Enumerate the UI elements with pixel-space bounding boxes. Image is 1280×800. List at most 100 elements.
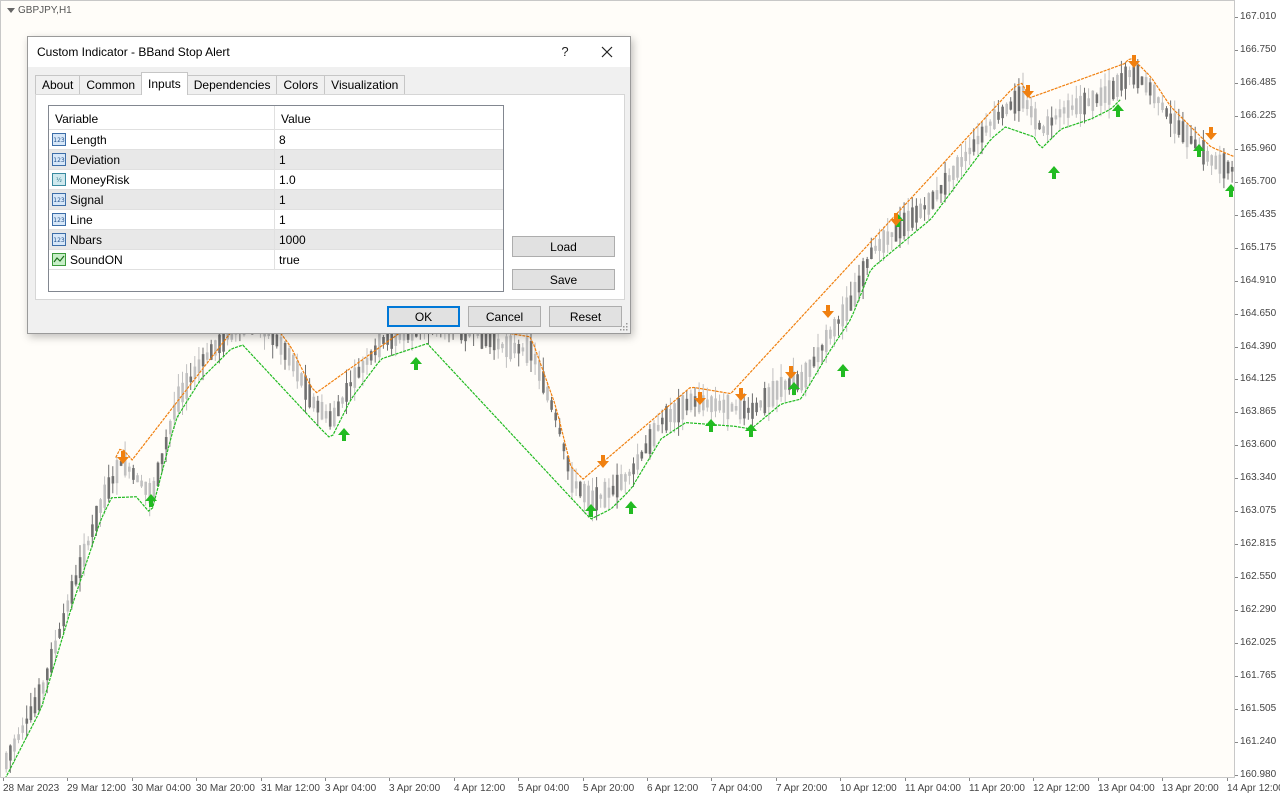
- price-tick: [1235, 347, 1238, 348]
- param-value[interactable]: 1.0: [279, 173, 296, 187]
- table-row[interactable]: SoundON true: [49, 250, 503, 270]
- candle-body: [1095, 94, 1099, 104]
- resize-grip-icon[interactable]: [620, 323, 628, 331]
- table-header: Variable Value: [49, 106, 503, 130]
- candle-body: [767, 387, 771, 408]
- time-label: 6 Apr 12:00: [647, 783, 699, 794]
- candle-body: [128, 466, 131, 472]
- candle-body: [1226, 161, 1230, 174]
- candle-body: [661, 417, 664, 425]
- price-label: 161.505: [1240, 703, 1277, 714]
- time-tick: [711, 778, 712, 781]
- candle-body: [665, 406, 668, 431]
- candle-body: [25, 718, 29, 724]
- tab-common[interactable]: Common: [79, 75, 143, 95]
- candle-body: [378, 332, 381, 358]
- candle-body: [308, 384, 311, 408]
- candle-body: [1046, 116, 1049, 135]
- param-value[interactable]: 1: [279, 213, 286, 227]
- table-row[interactable]: 123 Length 8: [49, 130, 503, 150]
- candle-body: [1218, 154, 1222, 174]
- candle-body: [1128, 70, 1131, 78]
- candle-body: [984, 125, 988, 133]
- param-value[interactable]: 8: [279, 133, 286, 147]
- candle-body: [771, 380, 775, 407]
- table-row[interactable]: 123 Line 1: [49, 210, 503, 230]
- candle-body: [501, 343, 504, 349]
- candle-body: [689, 393, 693, 411]
- save-button[interactable]: Save: [512, 269, 615, 290]
- table-row[interactable]: 123 Nbars 1000: [49, 230, 503, 250]
- tab-visualization[interactable]: Visualization: [324, 75, 406, 95]
- candle-body: [54, 640, 57, 654]
- price-label: 167.010: [1240, 11, 1277, 22]
- candle-body: [722, 399, 726, 413]
- candle-body: [1091, 90, 1095, 111]
- time-tick: [583, 778, 584, 781]
- buy-arrow-icon: [625, 501, 637, 514]
- price-tick: [1235, 182, 1238, 183]
- candle-body: [1140, 76, 1144, 85]
- integer-icon: 123: [52, 133, 66, 146]
- candle-body: [907, 210, 910, 232]
- candle-body: [816, 347, 820, 363]
- candle-body: [931, 191, 935, 209]
- candle-body: [624, 474, 627, 482]
- cancel-button[interactable]: Cancel: [468, 306, 541, 327]
- candle-body: [1107, 80, 1111, 105]
- close-button[interactable]: [596, 42, 618, 62]
- price-axis[interactable]: 167.010 166.750 166.485 166.225 165.960 165.7…: [1235, 0, 1280, 780]
- candle-body: [1071, 105, 1074, 110]
- inputs-table[interactable]: Variable Value 123 Length 8 123 Deviatio…: [48, 105, 504, 292]
- table-row[interactable]: ½ MoneyRisk 1.0: [49, 170, 503, 190]
- candle-body: [849, 295, 853, 311]
- price-label: 162.290: [1240, 604, 1277, 615]
- column-divider: [274, 130, 275, 149]
- tab-dependencies[interactable]: Dependencies: [186, 75, 278, 95]
- param-value[interactable]: 1: [279, 193, 286, 207]
- price-tick: [1235, 676, 1238, 677]
- table-row[interactable]: 123 Signal 1: [49, 190, 503, 210]
- candle-body: [1001, 106, 1004, 119]
- load-button[interactable]: Load: [512, 236, 615, 257]
- tab-about[interactable]: About: [35, 75, 81, 95]
- candle-body: [976, 135, 980, 145]
- column-divider: [274, 170, 275, 189]
- tab-colors[interactable]: Colors: [276, 75, 326, 95]
- candle-body: [533, 353, 537, 365]
- candle-body: [923, 205, 926, 210]
- symbol-label[interactable]: GBPJPY,H1: [7, 5, 72, 16]
- buy-arrow-icon: [705, 419, 717, 432]
- candle-body: [939, 185, 943, 194]
- dropdown-triangle-icon[interactable]: [7, 8, 15, 13]
- candle-body: [1075, 98, 1078, 115]
- header-variable[interactable]: Variable: [55, 112, 98, 126]
- candle-body: [1144, 77, 1148, 93]
- candle-body: [632, 463, 635, 475]
- candle-body: [1136, 65, 1140, 89]
- param-value[interactable]: 1000: [279, 233, 306, 247]
- candle-body: [111, 476, 115, 484]
- header-value[interactable]: Value: [281, 112, 311, 126]
- time-axis[interactable]: 28 Mar 2023 29 Mar 12:00 30 Mar 04:00 30 Ma…: [0, 778, 1280, 800]
- candle-body: [825, 329, 828, 353]
- candle-body: [46, 668, 49, 681]
- candle-body: [144, 481, 147, 495]
- candle-body: [952, 165, 955, 180]
- reset-button[interactable]: Reset: [549, 306, 622, 327]
- buy-arrow-icon: [410, 357, 422, 370]
- table-row[interactable]: 123 Deviation 1: [49, 150, 503, 170]
- param-value[interactable]: true: [279, 253, 300, 267]
- column-divider: [274, 106, 275, 129]
- candle-body: [58, 628, 61, 638]
- dialog-titlebar[interactable]: Custom Indicator - BBand Stop Alert ?: [28, 37, 630, 67]
- help-button[interactable]: ?: [554, 42, 576, 62]
- candle-body: [820, 345, 824, 351]
- tab-inputs[interactable]: Inputs: [141, 72, 188, 95]
- candle-body: [1005, 103, 1008, 115]
- param-value[interactable]: 1: [279, 153, 286, 167]
- candle-body: [181, 382, 184, 403]
- time-tick: [325, 778, 326, 781]
- ok-button[interactable]: OK: [387, 306, 460, 327]
- param-name: Deviation: [70, 153, 121, 167]
